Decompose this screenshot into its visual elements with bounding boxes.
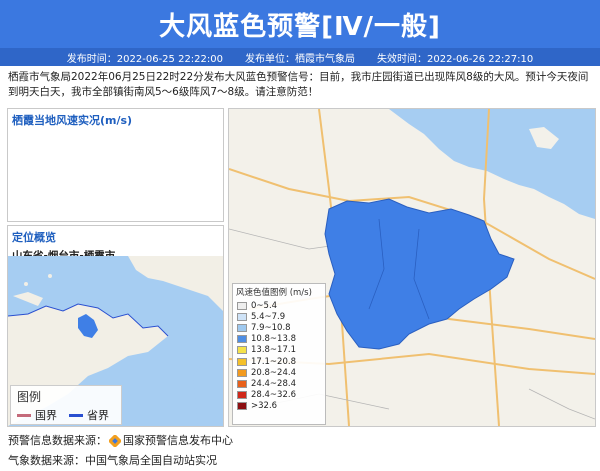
wind-legend-label: 0~5.4: [251, 300, 278, 311]
legend-national-border: 国界: [17, 407, 57, 423]
publisher: 发布单位：栖霞市气象局: [245, 53, 355, 65]
map-legend-title: 图例: [17, 390, 42, 404]
wind-legend-swatch: [237, 323, 247, 332]
wind-legend-swatch: [237, 402, 247, 411]
warning-center-logo-icon: [109, 435, 121, 447]
wind-legend-label: >32.6: [251, 401, 278, 412]
wind-legend-label: 10.8~13.8: [251, 334, 296, 345]
warning-description: 栖霞市气象局2022年06月25日22时22分发布大风蓝色预警信号：目前，我市庄…: [8, 71, 589, 98]
wind-legend-swatch: [237, 346, 247, 355]
wind-legend-item: 10.8~13.8: [233, 334, 325, 345]
wind-legend-label: 5.4~7.9: [251, 311, 286, 322]
wind-legend-swatch: [237, 379, 247, 388]
warning-source-line: 预警信息数据来源： 国家预警信息发布中心: [8, 434, 233, 447]
warning-title: 大风蓝色预警[Ⅳ/一般]: [159, 11, 441, 42]
weather-source-line: 气象数据来源：中国气象局全国自动站实况: [8, 454, 217, 467]
wind-legend-swatch: [237, 391, 247, 400]
wind-legend-item: 20.8~24.4: [233, 367, 325, 378]
warning-meta-bar: 发布时间：2022-06-25 22:22:00 发布单位：栖霞市气象局 失效时…: [0, 48, 600, 66]
map-legend: 图例 国界 省界: [10, 385, 122, 425]
wind-legend-swatch: [237, 312, 247, 321]
wind-legend-item: 13.8~17.1: [233, 345, 325, 356]
wind-legend-label: 17.1~20.8: [251, 356, 296, 367]
wind-legend-swatch: [237, 368, 247, 377]
wind-legend-item: 5.4~7.9: [233, 311, 325, 322]
wind-color-legend: 风速色值图例 (m/s) 0~5.4 5.4~7.9 7.9~10.8 10.8~13…: [232, 283, 326, 425]
warning-title-banner: 大风蓝色预警[Ⅳ/一般]: [0, 0, 600, 48]
wind-legend-label: 7.9~10.8: [251, 322, 291, 333]
expire-time: 失效时间：2022-06-26 22:27:10: [377, 53, 534, 65]
wind-legend-label: 13.8~17.1: [251, 345, 296, 356]
wind-legend-title: 风速色值图例 (m/s): [236, 288, 312, 298]
wind-legend-item: 24.4~28.4: [233, 378, 325, 389]
wind-speed-panel: 栖霞当地风速实况(m/s): [7, 108, 224, 222]
wind-legend-item: >32.6: [233, 401, 325, 412]
wind-legend-label: 24.4~28.4: [251, 378, 296, 389]
wind-legend-swatch: [237, 335, 247, 344]
warning-source-link[interactable]: 国家预警信息发布中心: [123, 434, 233, 447]
wind-legend-swatch: [237, 357, 247, 366]
wind-legend-item: 17.1~20.8: [233, 356, 325, 367]
wind-legend-item: 7.9~10.8: [233, 322, 325, 333]
wind-legend-item: 28.4~32.6: [233, 390, 325, 401]
wind-legend-swatch: [237, 301, 247, 310]
wind-legend-label: 20.8~24.4: [251, 367, 296, 378]
wind-panel-title: 栖霞当地风速实况(m/s): [12, 114, 133, 127]
location-panel-title: 定位概览: [12, 231, 56, 244]
publish-time: 发布时间：2022-06-25 22:22:00: [66, 53, 223, 65]
legend-province-border: 省界: [69, 407, 109, 423]
wind-legend-label: 28.4~32.6: [251, 390, 296, 401]
wind-legend-item: 0~5.4: [233, 300, 325, 311]
